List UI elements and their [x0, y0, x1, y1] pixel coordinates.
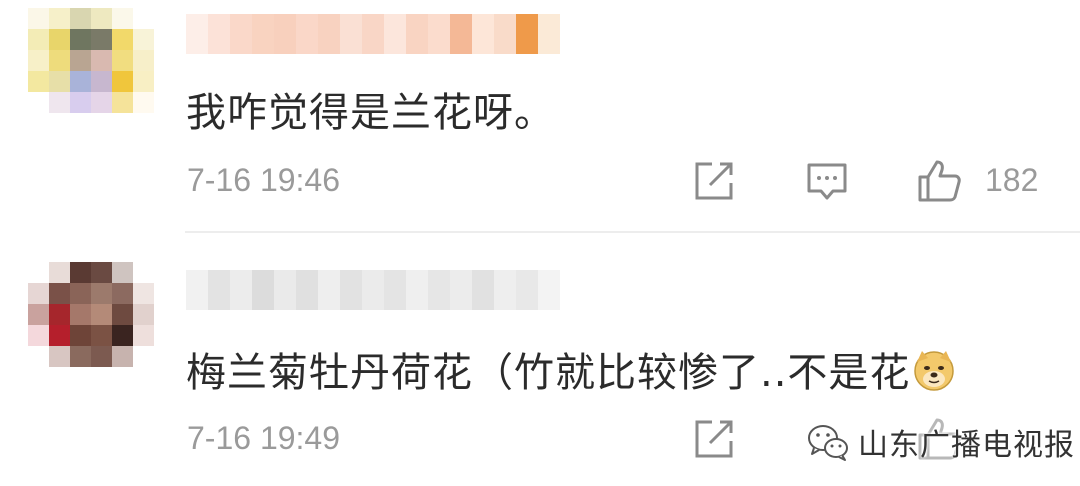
share-button[interactable] [690, 415, 738, 463]
share-edit-icon [695, 420, 733, 458]
doge-emoji-icon [914, 351, 955, 391]
wechat-logo-icon [808, 425, 848, 461]
comment-text-content: 梅兰菊牡丹荷花（竹就比较惨了..不是花 [186, 350, 911, 396]
comment-timestamp: 7-16 19:49 [187, 420, 341, 456]
avatar[interactable] [28, 262, 154, 388]
comment-item: 梅兰菊牡丹荷花（竹就比较惨了..不是花 7-16 19:49 [0, 0, 1080, 460]
username[interactable] [186, 270, 560, 310]
watermark-text: 山东广播电视报 [858, 428, 1075, 463]
comment-text: 梅兰菊牡丹荷花（竹就比较惨了..不是花 [186, 340, 956, 398]
watermark: 山东广播电视报 [806, 420, 1075, 464]
